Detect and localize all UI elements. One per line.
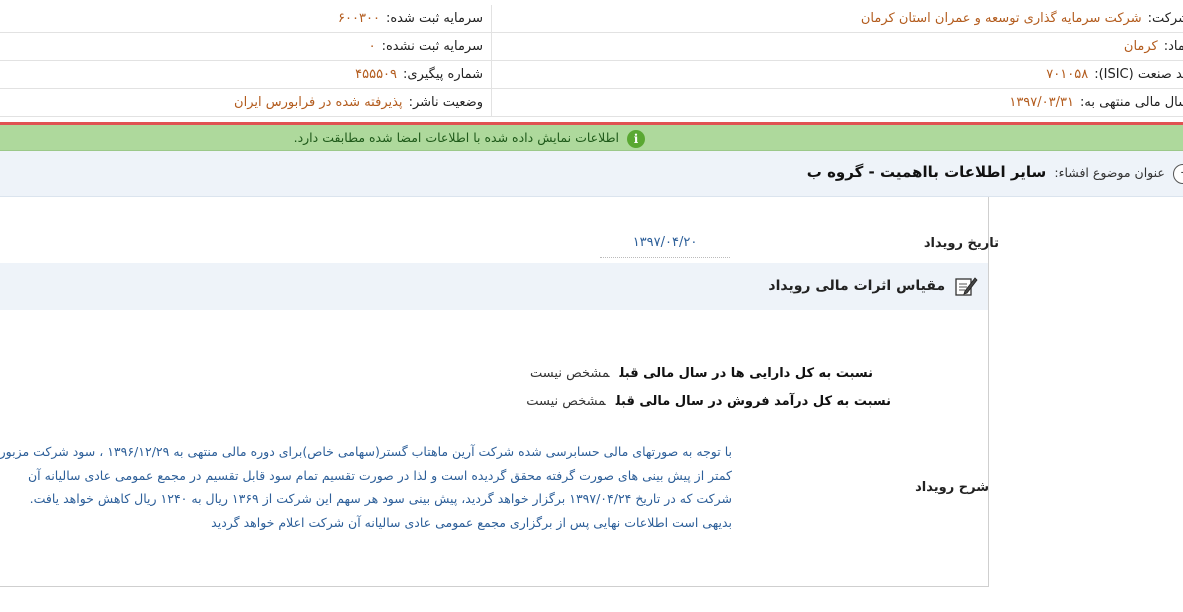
fiscal-year-value: ۱۳۹۷/۰۳/۳۱ [1009, 95, 1074, 110]
ratio-label: نسبت به کل درآمد فروش در سال مالی قبل [615, 394, 891, 409]
event-description-label: شرح رویداد [915, 480, 989, 495]
event-date-label: تاریخ رویداد [923, 236, 999, 251]
isic-label: کد صنعت (ISIC): [1094, 67, 1183, 82]
fiscal-year-field: سال مالی منتهی به: ۱۳۹۷/۰۳/۳۱ [1009, 89, 1183, 117]
unregistered-capital-field: سرمایه ثبت نشده: ۰ [369, 33, 483, 61]
disclosure-subject-label: عنوان موضوع افشاء: [1054, 165, 1165, 180]
ratio-total-revenue: نسبت به کل درآمد فروش در سال مالی قبل مشخ… [526, 394, 891, 409]
financial-effects-section: مقیاس اثرات مالی رویداد [0, 263, 988, 310]
company-field: شرکت: شرکت سرمایه گذاری توسعه و عمران است… [861, 5, 1183, 33]
info-row-company: شرکت: شرکت سرمایه گذاری توسعه و عمران است… [0, 5, 1183, 33]
disclosure-subject-value: سایر اطلاعات بااهمیت - گروه ب [806, 163, 1047, 181]
verification-notice: i اطلاعات نمایش داده شده با اطلاعات امضا… [0, 125, 1183, 151]
unregistered-capital-label: سرمایه ثبت نشده: [381, 39, 483, 54]
symbol-label: نماد: [1163, 39, 1183, 54]
info-row-symbol: نماد: کرمان سرمایه ثبت نشده: ۰ [0, 33, 1183, 61]
info-icon: i [627, 129, 645, 148]
tracking-number-field: شماره پیگیری: ۴۵۵۵۰۹ [355, 61, 483, 89]
ratio-value: مشخص نیست [526, 394, 606, 409]
publisher-status-value: پذیرفته شده در فرابورس ایران [234, 95, 403, 110]
notice-text: اطلاعات نمایش داده شده با اطلاعات امضا ش… [293, 130, 620, 145]
company-value: شرکت سرمایه گذاری توسعه و عمران استان کر… [860, 11, 1142, 26]
info-row-fiscal-year: سال مالی منتهی به: ۱۳۹۷/۰۳/۳۱ وضعیت ناشر:… [0, 89, 1183, 117]
ratio-label: نسبت به کل دارایی ها در سال مالی قبل [619, 366, 874, 381]
edit-document-icon [955, 277, 978, 296]
event-date-value: ۱۳۹۷/۰۴/۲۰ [600, 232, 730, 258]
collapse-icon[interactable]: - [1173, 163, 1183, 184]
description-line: بدیهی است اطلاعات نهایی پس از برگزاری مج… [211, 514, 732, 530]
fiscal-year-label: سال مالی منتهی به: [1079, 95, 1183, 110]
company-label: شرکت: [1147, 11, 1183, 26]
description-line: شرکت که در تاریخ ۱۳۹۷/۰۴/۲۴ برگزار خواهد… [29, 491, 732, 506]
info-row-isic: کد صنعت (ISIC): ۷۰۱۰۵۸ شماره پیگیری: ۴۵۵۵۰… [0, 61, 1183, 89]
tracking-number-value: ۴۵۵۵۰۹ [355, 67, 398, 82]
isic-value: ۷۰۱۰۵۸ [1046, 67, 1089, 82]
registered-capital-value: ۶۰۰۳۰۰ [338, 11, 380, 26]
section-title: مقیاس اثرات مالی رویداد [768, 278, 946, 294]
unregistered-capital-value: ۰ [368, 39, 376, 54]
publisher-status-field: وضعیت ناشر: پذیرفته شده در فرابورس ایران [234, 89, 483, 117]
company-info-table: شرکت: شرکت سرمایه گذاری توسعه و عمران است… [0, 5, 1183, 117]
isic-field: کد صنعت (ISIC): ۷۰۱۰۵۸ [1046, 61, 1183, 89]
symbol-value: کرمان [1123, 39, 1158, 54]
event-description-text: با توجه به صورتهای مالی حسابرسی شده شرکت… [0, 440, 732, 534]
tracking-number-label: شماره پیگیری: [403, 67, 483, 82]
description-line: کمتر از پیش بینی های صورت گرفته محقق گرد… [28, 467, 732, 483]
ratio-total-assets: نسبت به کل دارایی ها در سال مالی قبل مشخص… [530, 366, 873, 381]
publisher-status-label: وضعیت ناشر: [408, 95, 483, 110]
registered-capital-label: سرمایه ثبت شده: [385, 11, 483, 26]
symbol-field: نماد: کرمان [1124, 33, 1183, 61]
description-line: با توجه به صورتهای مالی حسابرسی شده شرکت… [0, 444, 732, 459]
registered-capital-field: سرمایه ثبت شده: ۶۰۰۳۰۰ [338, 5, 483, 33]
disclosure-title-bar: - عنوان موضوع افشاء: سایر اطلاعات بااهمی… [0, 151, 1183, 197]
ratio-value: مشخص نیست [530, 366, 610, 381]
